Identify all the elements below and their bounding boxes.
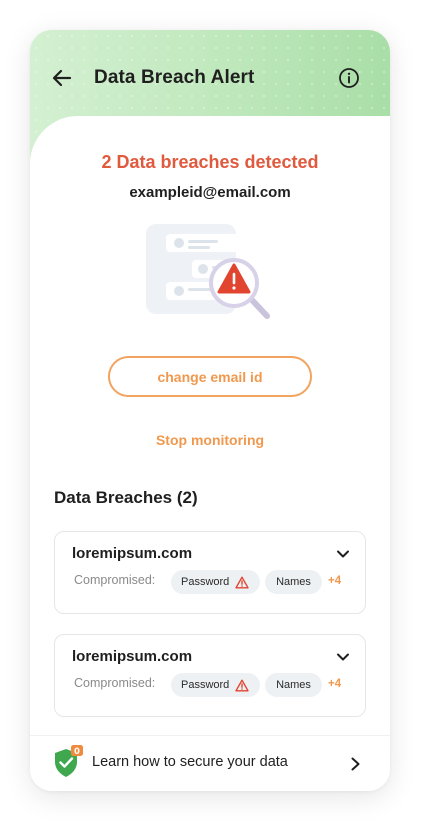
- chevron-down-icon[interactable]: [336, 650, 350, 664]
- compromised-chip-names: Names: [265, 673, 322, 697]
- breach-count-heading: 2 Data breaches detected: [101, 152, 319, 172]
- notification-badge: 0: [74, 747, 80, 757]
- compromised-chip-names: Names: [265, 570, 322, 594]
- stop-monitoring-link[interactable]: Stop monitoring: [30, 432, 390, 448]
- more-compromised-count: +4: [328, 678, 342, 690]
- compromised-label: Compromised:: [74, 573, 156, 587]
- chip-label: Password: [181, 576, 230, 588]
- monitored-email: exampleid@email.com: [129, 184, 291, 201]
- compromised-chip-password: Password: [171, 673, 260, 697]
- back-arrow-icon[interactable]: [50, 66, 74, 90]
- app-screen: Data Breach Alert 2 Data breaches detect…: [30, 30, 390, 791]
- more-compromised-count: +4: [328, 575, 342, 587]
- breaches-section-title: Data Breaches (2): [54, 488, 198, 507]
- breach-card[interactable]: loremipsum.com Compromised: Password Nam…: [54, 531, 366, 614]
- chip-label: Names: [276, 576, 311, 588]
- change-email-button[interactable]: change email id: [108, 356, 312, 397]
- secure-data-text: Learn how to secure your data: [92, 754, 288, 770]
- chevron-down-icon[interactable]: [336, 547, 350, 561]
- compromised-label: Compromised:: [74, 676, 156, 690]
- breach-card[interactable]: loremipsum.com Compromised: Password Nam…: [54, 634, 366, 717]
- warning-icon: [235, 576, 249, 588]
- page-title: Data Breach Alert: [94, 67, 255, 88]
- breach-domain: loremipsum.com: [72, 545, 193, 562]
- breach-search-illustration-icon: [146, 224, 270, 319]
- chevron-right-icon[interactable]: [348, 756, 362, 772]
- breach-domain: loremipsum.com: [72, 648, 193, 665]
- info-icon[interactable]: [338, 67, 360, 89]
- chip-label: Password: [181, 679, 230, 691]
- secure-data-banner[interactable]: 0 Learn how to secure your data: [30, 735, 390, 791]
- shield-check-icon: 0: [55, 745, 83, 777]
- compromised-chip-password: Password: [171, 570, 260, 594]
- chip-label: Names: [276, 679, 311, 691]
- warning-icon: [235, 679, 249, 691]
